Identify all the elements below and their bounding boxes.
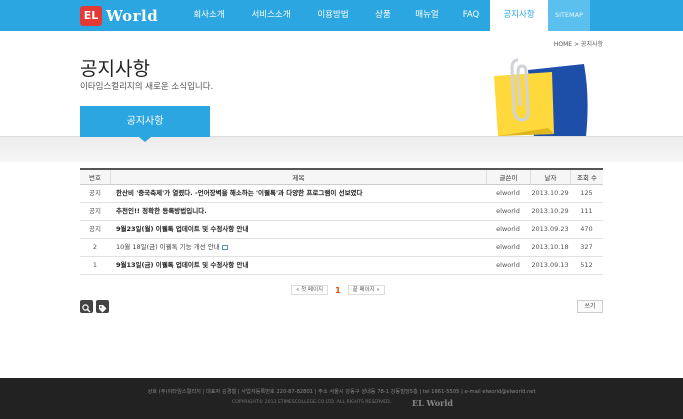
main-nav: 회사소개 서비스소개 이용방법 상품 매뉴얼 FAQ 공지사항 SITEMAP (178, 0, 590, 31)
tag-icon (99, 305, 107, 313)
logo[interactable]: EL World (80, 5, 158, 26)
table-row[interactable]: 1 9월13일(금) 이웰톡 업데이트 및 수정사항 안내 elworld 20… (80, 257, 603, 275)
row-date: 2013.10.29 (531, 189, 569, 197)
row-no: 공지 (89, 207, 101, 215)
row-title-link[interactable]: 10월 18일(금) 이웰톡 기능 개선 안내 (110, 239, 486, 256)
row-views: 327 (580, 243, 593, 251)
row-date: 2013.09.23 (531, 225, 569, 233)
row-date: 2013.09.13 (531, 261, 569, 269)
row-title-link[interactable]: 한산비 '중국축제'가 열렸다. -언어장벽을 해소하는 '이웰톡'과 다양한 … (110, 185, 486, 202)
last-page-button[interactable]: 끝 페이지 » (347, 285, 385, 295)
logo-word: World (106, 6, 159, 25)
header-date: 날자 (530, 170, 570, 184)
footer-company-info: 상호 (주)이타임스컬리지 | 대표자 김경철 | 사업자등록번호 220-87… (147, 389, 536, 395)
notepaper-clip-icon (494, 58, 588, 138)
row-no: 공지 (89, 189, 101, 197)
row-views: 111 (580, 207, 593, 215)
table-row[interactable]: 공지 추천인!! 정확한 등록방법입니다. elworld 2013.10.29… (80, 203, 603, 221)
row-writer: elworld (496, 243, 520, 251)
row-views: 125 (580, 189, 593, 197)
notice-board: 번호 제목 글쓴이 날자 조회 수 공지 한산비 '중국축제'가 열렸다. -언… (80, 168, 603, 275)
row-writer: elworld (496, 261, 520, 269)
table-row[interactable]: 공지 9월23일(월) 이웰톡 업데이트 및 수정사항 안내 elworld 2… (80, 221, 603, 239)
row-views: 512 (580, 261, 593, 269)
nav-item-manual[interactable]: 매뉴얼 (402, 0, 452, 31)
header-views: 조회 수 (570, 170, 603, 184)
row-title-text: 10월 18일(금) 이웰톡 기능 개선 안내 (116, 243, 220, 251)
footer-copyright: COPYRIGHT© 2013 ETIMESCOLLEGE.CO.LTD. AL… (232, 400, 392, 405)
logo-mark: EL (80, 5, 102, 26)
section-band (0, 136, 683, 162)
header-title: 제목 (110, 170, 486, 184)
table-row[interactable]: 공지 한산비 '중국축제'가 열렸다. -언어장벽을 해소하는 '이웰톡'과 다… (80, 185, 603, 203)
row-title-link[interactable]: 9월13일(금) 이웰톡 업데이트 및 수정사항 안내 (110, 257, 486, 274)
section-tab-notice[interactable]: 공지사항 (80, 106, 210, 137)
nav-item-howto[interactable]: 이용방법 (302, 0, 364, 31)
search-button[interactable] (80, 300, 93, 313)
row-date: 2013.10.29 (531, 207, 569, 215)
pagination: « 첫 페이지 1 끝 페이지 » (291, 285, 385, 295)
row-no: 2 (92, 243, 98, 251)
board-header: 번호 제목 글쓴이 날자 조회 수 (80, 168, 603, 185)
row-no: 1 (92, 261, 98, 269)
page-subtitle: 이타임스컬리지의 새로운 소식입니다. (80, 82, 214, 92)
row-writer: elworld (496, 225, 520, 233)
footer-logo: EL World (412, 398, 454, 408)
tag-button[interactable] (96, 300, 109, 313)
nav-item-products[interactable]: 상품 (364, 0, 402, 31)
current-page[interactable]: 1 (335, 286, 341, 295)
tab-pointer (139, 137, 151, 142)
top-navigation-bar: EL World 회사소개 서비스소개 이용방법 상품 매뉴얼 FAQ 공지사항… (0, 0, 683, 31)
new-post-icon (221, 244, 228, 250)
footer: 상호 (주)이타임스컬리지 | 대표자 김경철 | 사업자등록번호 220-87… (0, 378, 683, 419)
breadcrumb: HOME > 공지사항 (553, 41, 603, 48)
search-icon (82, 304, 91, 313)
page-title: 공지사항 (80, 58, 150, 80)
row-title-link[interactable]: 9월23일(월) 이웰톡 업데이트 및 수정사항 안내 (110, 221, 486, 238)
row-date: 2013.10.18 (531, 243, 569, 251)
row-no: 공지 (89, 225, 101, 233)
nav-item-service[interactable]: 서비스소개 (240, 0, 302, 31)
row-writer: elworld (496, 207, 520, 215)
first-page-button[interactable]: « 첫 페이지 (291, 285, 329, 295)
nav-item-company[interactable]: 회사소개 (178, 0, 240, 31)
row-views: 470 (580, 225, 593, 233)
write-button[interactable]: 쓰기 (577, 300, 603, 313)
row-writer: elworld (496, 189, 520, 197)
nav-item-sitemap[interactable]: SITEMAP (548, 0, 590, 31)
header-no: 번호 (89, 174, 101, 182)
header-writer: 글쓴이 (486, 170, 530, 184)
nav-item-notice[interactable]: 공지사항 (490, 0, 548, 31)
row-title-link[interactable]: 추천인!! 정확한 등록방법입니다. (110, 203, 486, 220)
nav-item-faq[interactable]: FAQ (452, 0, 490, 31)
table-row[interactable]: 2 10월 18일(금) 이웰톡 기능 개선 안내 elworld 2013.1… (80, 239, 603, 257)
